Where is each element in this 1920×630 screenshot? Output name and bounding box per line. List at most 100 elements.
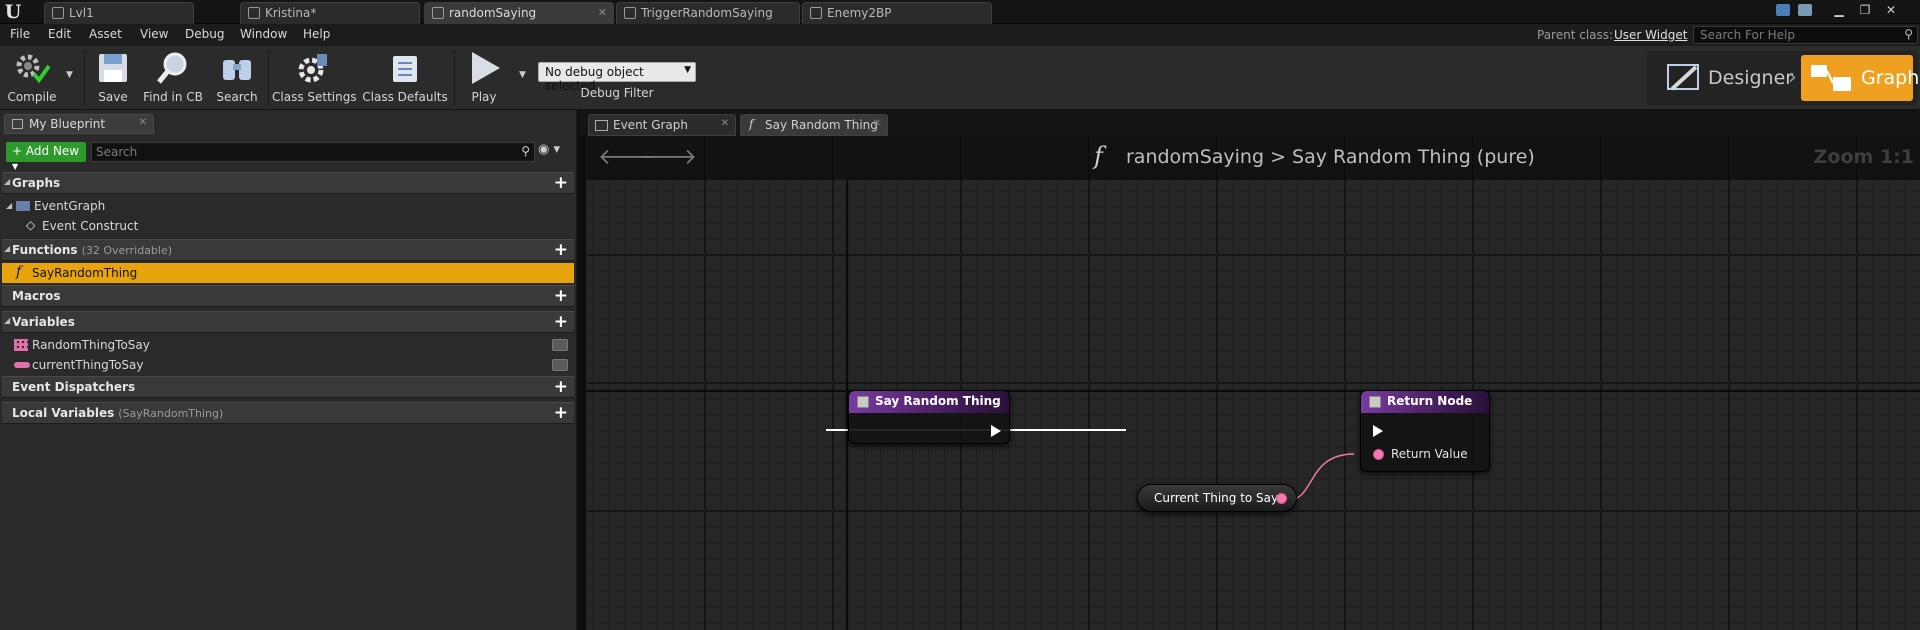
graph-item-event-construct[interactable]: ◇ Event Construct — [2, 216, 574, 236]
chevron-down-icon: ▼ — [12, 162, 19, 171]
graphs-section-header[interactable]: ◢ Graphs + — [2, 172, 574, 194]
toolbar: Compile ▼ Save Find in CB Search Class S… — [0, 46, 1920, 110]
variables-section-header[interactable]: ◢ Variables + — [2, 311, 574, 333]
doc-tab-lvl1[interactable]: Lvl1 — [44, 2, 194, 24]
menu-debug[interactable]: Debug — [185, 27, 224, 41]
wifi-icon[interactable] — [1798, 4, 1812, 16]
event-graph-icon — [16, 201, 30, 211]
collapse-arrow-icon[interactable]: ◢ — [4, 244, 10, 253]
debug-object-select[interactable]: No debug object selected ▼ — [538, 62, 696, 93]
class-defaults-label: Class Defaults — [362, 90, 448, 104]
doc-tab-triggerrandomsaying[interactable]: TriggerRandomSaying — [616, 2, 800, 24]
chat-icon[interactable] — [1776, 4, 1790, 16]
collapse-arrow-icon[interactable]: ◢ — [4, 316, 10, 325]
doc-tab-randomsaying[interactable]: randomSaying ✕ — [424, 2, 614, 24]
variable-item-randomthingtosay[interactable]: RandomThingToSay — [2, 335, 574, 355]
add-macro-icon[interactable]: + — [554, 286, 568, 306]
add-new-button[interactable]: + Add New ▼ — [6, 142, 86, 171]
collapse-arrow-icon[interactable]: ◢ — [6, 201, 12, 210]
compile-options-chevron-icon[interactable]: ▼ — [66, 70, 73, 80]
return-node[interactable]: Return Node Return Value — [1360, 390, 1490, 472]
tab-label: Event Graph — [613, 118, 688, 132]
play-button[interactable]: Play — [458, 48, 510, 108]
my-blueprint-tab[interactable]: My Blueprint ✕ — [4, 114, 154, 134]
add-function-icon[interactable]: + — [554, 240, 568, 260]
return-value-label: Return Value — [1391, 447, 1468, 461]
graph-item-label: Event Construct — [42, 219, 139, 233]
find-in-cb-button[interactable]: Find in CB — [140, 48, 206, 108]
menu-file[interactable]: File — [10, 27, 30, 41]
unreal-logo-icon: U — [4, 1, 22, 23]
class-settings-button[interactable]: Class Settings — [272, 48, 357, 108]
graph-item-label: EventGraph — [34, 199, 106, 213]
variable-type-icon[interactable] — [552, 359, 568, 371]
designer-mode-button[interactable]: Designer — [1654, 55, 1793, 101]
class-defaults-button[interactable]: Class Defaults — [362, 48, 448, 108]
functions-title: Functions — [12, 243, 78, 257]
function-entry-node[interactable]: Say Random Thing — [848, 390, 1010, 444]
node-icon — [857, 396, 869, 408]
function-icon: f — [16, 264, 22, 280]
graph-item-eventgraph[interactable]: ◢ EventGraph — [2, 196, 574, 216]
tab-event-graph[interactable]: Event Graph ✕ — [588, 114, 736, 136]
menu-window[interactable]: Window — [240, 27, 287, 41]
menu-help[interactable]: Help — [303, 27, 330, 41]
variable-output-pin[interactable] — [1276, 493, 1287, 504]
parent-class-link[interactable]: User Widget — [1614, 28, 1687, 42]
restore-icon[interactable]: ❐ — [1856, 2, 1874, 18]
blueprint-search-input[interactable]: Search ⚲ — [91, 142, 535, 162]
collapse-arrow-icon[interactable]: ◢ — [4, 177, 10, 186]
macros-section-header[interactable]: Macros + — [2, 285, 574, 307]
function-item-label: SayRandomThing — [32, 266, 138, 280]
close-icon[interactable]: ✕ — [721, 118, 729, 129]
local-variables-scope: (SayRandomThing) — [118, 407, 224, 420]
exec-in-pin[interactable] — [1373, 425, 1383, 437]
function-item-sayrandomthing[interactable]: f SayRandomThing — [2, 263, 574, 283]
return-value-pin[interactable] — [1373, 449, 1384, 460]
close-icon[interactable]: ✕ — [598, 3, 607, 23]
variable-get-node[interactable]: Current Thing to Say — [1137, 484, 1297, 512]
minimize-icon[interactable]: ▁ — [1830, 2, 1848, 18]
find-in-cb-label: Find in CB — [143, 90, 203, 104]
functions-section-header[interactable]: ◢ Functions (32 Overridable) + — [2, 239, 574, 261]
view-options-eye-icon[interactable]: ◉ ▾ — [538, 142, 568, 162]
search-button[interactable]: Search — [210, 48, 264, 108]
graph-tab-bar: Event Graph ✕ f Say Random Thing ✕ — [580, 110, 1920, 136]
node-icon — [1369, 396, 1381, 408]
help-search-input[interactable]: Search For Help ⚲ — [1693, 26, 1918, 44]
add-event-dispatcher-icon[interactable]: + — [554, 377, 568, 397]
exec-out-pin[interactable] — [991, 425, 1001, 437]
search-label: Search — [216, 90, 258, 104]
doc-tab-label: Enemy2BP — [827, 6, 892, 20]
graph-mode-button[interactable]: Graph — [1801, 55, 1919, 101]
graph-canvas[interactable]: 🡐 🡒 f randomSaying > Say Random Thing (p… — [584, 136, 1920, 630]
functions-overridable-count: (32 Overridable) — [81, 244, 173, 257]
mode-switcher: Designer › Graph — [1646, 51, 1919, 105]
event-dispatchers-section-header[interactable]: Event Dispatchers + — [2, 376, 574, 398]
close-icon[interactable]: ✕ — [873, 118, 881, 129]
add-graph-icon[interactable]: + — [554, 173, 568, 193]
search-icon: ⚲ — [521, 144, 530, 158]
menu-view[interactable]: View — [140, 27, 168, 41]
doc-tab-enemy2bp[interactable]: Enemy2BP — [802, 2, 992, 24]
event-graph-icon — [595, 120, 608, 131]
local-variables-section-header[interactable]: Local Variables (SayRandomThing) + — [2, 402, 574, 424]
play-options-chevron-icon[interactable]: ▼ — [519, 70, 526, 80]
macros-section-label: Macros — [12, 289, 61, 303]
variable-item-currentthingtosay[interactable]: currentThingToSay — [2, 355, 574, 375]
close-window-icon[interactable]: ✕ — [1882, 2, 1900, 18]
add-variable-icon[interactable]: + — [554, 312, 568, 332]
save-disk-icon — [95, 50, 131, 86]
save-button[interactable]: Save — [90, 48, 136, 108]
tab-say-random-thing[interactable]: f Say Random Thing ✕ — [740, 114, 888, 136]
parent-class-label: Parent class: — [1537, 28, 1614, 42]
menu-bar: File Edit Asset View Debug Window Help P… — [0, 24, 1920, 46]
variable-type-icon[interactable] — [552, 339, 568, 351]
help-search-placeholder: Search For Help — [1700, 28, 1795, 42]
menu-edit[interactable]: Edit — [48, 27, 71, 41]
add-local-variable-icon[interactable]: + — [554, 403, 568, 423]
doc-tab-kristina[interactable]: Kristina* — [240, 2, 420, 24]
compile-button[interactable]: Compile — [6, 48, 58, 108]
menu-asset[interactable]: Asset — [89, 27, 122, 41]
close-icon[interactable]: ✕ — [139, 117, 147, 128]
